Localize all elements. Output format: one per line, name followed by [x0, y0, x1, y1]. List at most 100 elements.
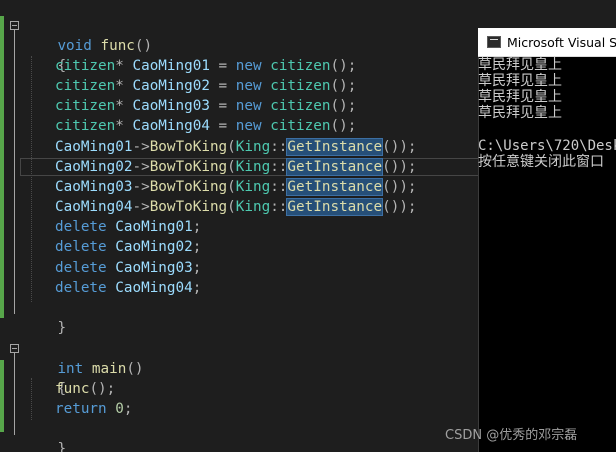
class-name: King [235, 199, 271, 215]
punctuation: -> [132, 199, 150, 215]
punctuation: ( [227, 139, 236, 155]
method-name: BowToKing [149, 199, 228, 215]
fold-minus-icon[interactable] [10, 344, 19, 353]
code-line-delete[interactable]: delete CaoMing02; [55, 237, 201, 257]
type-name: citizen [55, 58, 116, 74]
variable: CaoMing03 [115, 260, 193, 276]
variable: CaoMing01 [55, 139, 133, 155]
code-line-return[interactable]: return 0; [55, 399, 132, 419]
punctuation: (); [330, 98, 357, 114]
punctuation: ; [192, 260, 202, 276]
code-line-decl[interactable]: citizen* CaoMing03 = new citizen(); [55, 96, 356, 116]
code-line-call[interactable]: CaoMing04->BowToKing(King::GetInstance()… [55, 197, 417, 217]
method-name: BowToKing [149, 159, 228, 175]
code-line-func-call[interactable]: func(); [55, 379, 115, 399]
code-line-func-signature[interactable]: void func() [23, 16, 152, 54]
type-name: citizen [55, 98, 116, 114]
punctuation: = [209, 118, 236, 134]
punctuation: ()); [382, 199, 417, 215]
function-name: main [91, 361, 127, 377]
code-line-call[interactable]: CaoMing02->BowToKing(King::GetInstance()… [55, 157, 417, 177]
highlighted-symbol: GetInstance [286, 158, 384, 176]
method-name: BowToKing [149, 139, 228, 155]
punctuation: ( [227, 159, 236, 175]
function-name: func [100, 38, 135, 54]
highlighted-symbol: GetInstance [286, 198, 384, 216]
keyword: new [235, 78, 262, 94]
punctuation: (); [330, 118, 357, 134]
code-line-call[interactable]: CaoMing01->BowToKing(King::GetInstance()… [55, 137, 417, 157]
variable: CaoMing04 [132, 118, 210, 134]
code-line-main-signature[interactable]: int main() [23, 339, 143, 377]
punctuation: -> [132, 139, 150, 155]
console-output[interactable]: 草民拜见皇上 草民拜见皇上 草民拜见皇上 草民拜见皇上 C:\Users\720… [478, 56, 616, 452]
code-line-decl[interactable]: citizen* CaoMing04 = new citizen(); [55, 116, 356, 136]
punctuation: * [115, 78, 124, 94]
variable: CaoMing04 [55, 199, 133, 215]
console-title: Microsoft Visual St [507, 34, 616, 50]
punctuation: ( [227, 199, 236, 215]
type-name: citizen [270, 98, 331, 114]
keyword: delete [55, 219, 107, 235]
variable: CaoMing01 [132, 58, 210, 74]
punctuation: ; [192, 219, 202, 235]
punctuation: -> [132, 159, 150, 175]
punctuation: } [57, 441, 67, 452]
code-line-close-brace[interactable]: } [23, 298, 66, 336]
code-line-delete[interactable]: delete CaoMing04; [55, 278, 201, 298]
variable: CaoMing03 [55, 179, 133, 195]
fold-guide-line [14, 353, 15, 435]
keyword: new [235, 98, 262, 114]
change-indicator-bar [0, 360, 4, 432]
punctuation: ( [227, 179, 236, 195]
class-name: King [235, 159, 271, 175]
code-editor[interactable]: void func() { citizen* CaoMing01 = new c… [0, 0, 478, 452]
highlighted-symbol: GetInstance [286, 138, 384, 156]
punctuation: :: [270, 179, 288, 195]
punctuation: (); [89, 381, 116, 397]
type-name: citizen [270, 78, 331, 94]
code-line-delete[interactable]: delete CaoMing03; [55, 258, 201, 278]
watermark: CSDN @优秀的邓宗磊 [445, 428, 578, 443]
punctuation: ()); [382, 179, 417, 195]
change-indicator-bar [0, 16, 4, 318]
type-name: citizen [55, 78, 116, 94]
punctuation: ()); [382, 139, 417, 155]
number-literal: 0 [115, 401, 124, 417]
punctuation: -> [132, 179, 150, 195]
code-line-delete[interactable]: delete CaoMing01; [55, 217, 201, 237]
output-line: 草民拜见皇上 [478, 73, 562, 89]
code-line-decl[interactable]: citizen* CaoMing01 = new citizen(); [55, 56, 356, 76]
method-name: BowToKing [149, 179, 228, 195]
keyword: new [235, 118, 262, 134]
punctuation: = [209, 78, 236, 94]
keyword: delete [55, 260, 107, 276]
console-app-icon [487, 36, 501, 48]
punctuation: :: [270, 139, 288, 155]
punctuation: :: [270, 199, 288, 215]
output-path-line: C:\Users\720\Desk [478, 138, 616, 154]
highlighted-symbol: GetInstance [286, 178, 384, 196]
punctuation: (); [330, 78, 357, 94]
fold-guide-line [14, 30, 15, 314]
code-line-open-brace[interactable]: { [23, 36, 66, 74]
fold-minus-icon[interactable] [10, 21, 19, 30]
variable: CaoMing04 [115, 280, 193, 296]
output-prompt-line: 按任意键关闭此窗口 [478, 154, 604, 170]
code-line-call[interactable]: CaoMing03->BowToKing(King::GetInstance()… [55, 177, 417, 197]
class-name: King [235, 179, 271, 195]
type-name: citizen [55, 118, 116, 134]
function-name: func [55, 381, 90, 397]
code-line-close-brace[interactable]: } [23, 419, 66, 452]
output-line: 草民拜见皇上 [478, 105, 562, 121]
output-line: 草民拜见皇上 [478, 57, 562, 73]
punctuation: () [134, 38, 153, 54]
punctuation: } [57, 320, 67, 336]
punctuation: = [209, 98, 236, 114]
code-line-decl[interactable]: citizen* CaoMing02 = new citizen(); [55, 76, 356, 96]
punctuation: ; [123, 401, 133, 417]
console-titlebar[interactable]: Microsoft Visual St [478, 28, 616, 57]
code-line-open-brace[interactable]: { [23, 359, 66, 397]
type-name: citizen [270, 118, 331, 134]
punctuation: ; [192, 239, 202, 255]
